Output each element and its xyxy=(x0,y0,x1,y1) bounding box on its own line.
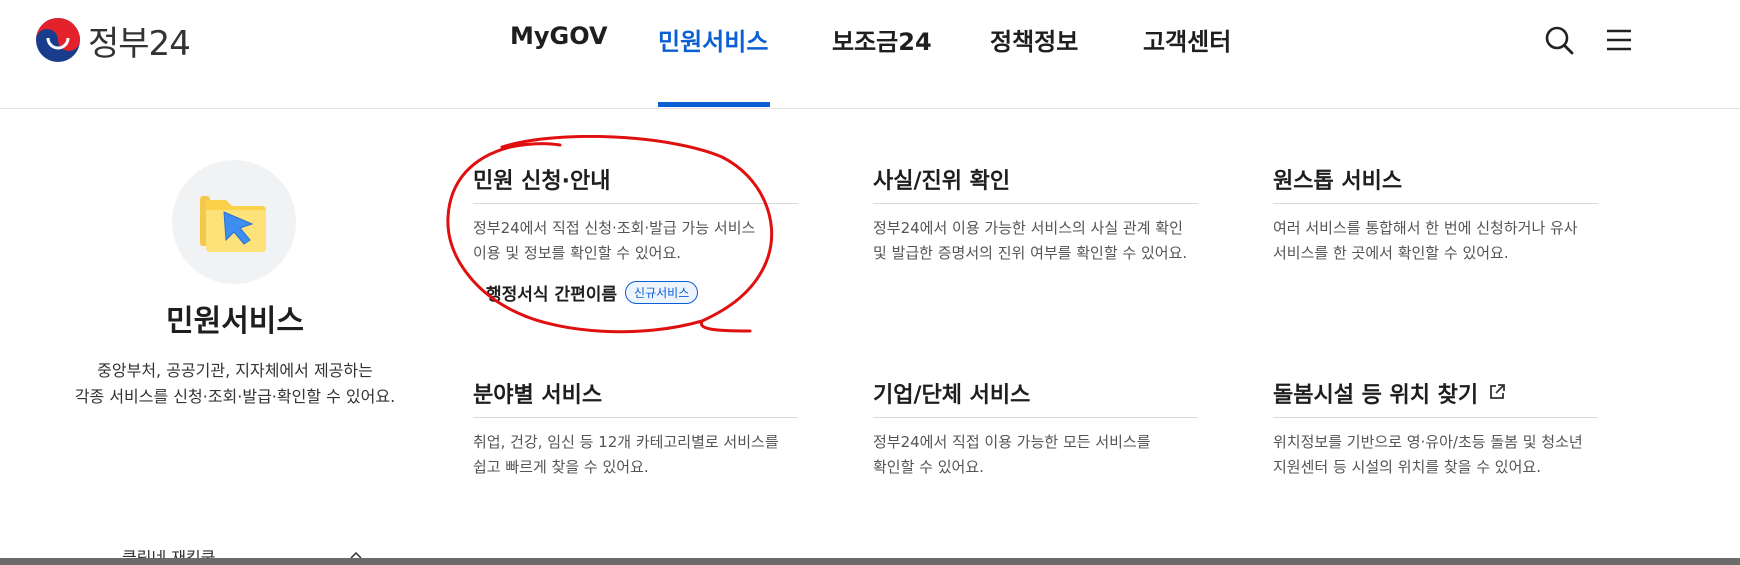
page-dim-overlay-strip xyxy=(0,558,1740,565)
card-description: 취업, 건강, 임신 등 12개 카테고리별로 서비스를 쉽고 빠르게 찾을 수… xyxy=(473,430,798,480)
nav-item-mygov[interactable]: MyGOV xyxy=(510,22,608,50)
nav-item-subsidy24[interactable]: 보조금24 xyxy=(832,22,932,57)
card-description-line: 정부24에서 직접 신청·조회·발급 가능 서비스 xyxy=(473,219,756,237)
card-title-link[interactable]: 사실/진위 확인 xyxy=(873,163,1198,204)
card-description-line: 및 발급한 증명서의 진위 여부를 확인할 수 있어요. xyxy=(873,244,1188,262)
card-description: 정부24에서 이용 가능한 서비스의 사실 관계 확인 및 발급한 증명서의 진… xyxy=(873,216,1198,266)
card-title-link[interactable]: 분야별 서비스 xyxy=(473,377,798,418)
card-description: 여러 서비스를 통합해서 한 번에 신청하거나 유사 서비스를 한 곳에서 확인… xyxy=(1273,216,1598,266)
folder-cursor-icon xyxy=(172,160,296,284)
card-description-line: 확인할 수 있어요. xyxy=(873,458,984,476)
card-description-line: 이용 및 정보를 확인할 수 있어요. xyxy=(473,244,682,262)
card-title-link[interactable]: 기업/단체 서비스 xyxy=(873,377,1198,418)
card-description: 정부24에서 직접 신청·조회·발급 가능 서비스 이용 및 정보를 확인할 수… xyxy=(473,216,798,266)
card-description: 위치정보를 기반으로 영·유아/초등 돌봄 및 청소년 지원센터 등 시설의 위… xyxy=(1273,430,1598,480)
card-category-service: 분야별 서비스 취업, 건강, 임신 등 12개 카테고리별로 서비스를 쉽고 … xyxy=(473,377,798,480)
card-description-line: 취업, 건강, 임신 등 12개 카테고리별로 서비스를 xyxy=(473,433,779,451)
hamburger-menu-icon[interactable] xyxy=(1603,24,1635,56)
card-fact-verification: 사실/진위 확인 정부24에서 이용 가능한 서비스의 사실 관계 확인 및 발… xyxy=(873,163,1198,266)
card-title-link[interactable]: 원스톱 서비스 xyxy=(1273,163,1598,204)
active-nav-indicator xyxy=(658,102,770,107)
section-description-line: 중앙부처, 공공기관, 지자체에서 제공하는 xyxy=(97,361,373,380)
card-title-link[interactable]: 민원 신청·안내 xyxy=(473,163,798,204)
card-description-line: 위치정보를 기반으로 영·유아/초등 돌봄 및 청소년 xyxy=(1273,433,1583,451)
nav-item-civil-service[interactable]: 민원서비스 xyxy=(658,22,768,57)
main-navigation: MyGOV 민원서비스 보조금24 정책정보 고객센터 xyxy=(0,0,1740,108)
nav-item-policy-info[interactable]: 정책정보 xyxy=(990,22,1078,57)
nav-item-customer-center[interactable]: 고객센터 xyxy=(1143,22,1231,57)
card-description-line: 지원센터 등 시설의 위치를 찾을 수 있어요. xyxy=(1273,458,1541,476)
card-description-line: 쉽고 빠르게 찾을 수 있어요. xyxy=(473,458,649,476)
card-civil-application: 민원 신청·안내 정부24에서 직접 신청·조회·발급 가능 서비스 이용 및 … xyxy=(473,163,798,305)
card-description-line: 서비스를 한 곳에서 확인할 수 있어요. xyxy=(1273,244,1509,262)
card-title-link[interactable]: 돌봄시설 등 위치 찾기 xyxy=(1273,377,1598,418)
card-title-text: 돌봄시설 등 위치 찾기 xyxy=(1273,383,1479,408)
new-service-badge: 신규서비스 xyxy=(625,281,699,304)
underlying-page-peek-text: 클릭네 재킹쿡 xyxy=(122,550,215,558)
card-business-service: 기업/단체 서비스 정부24에서 직접 이용 가능한 모든 서비스를 확인할 수… xyxy=(873,377,1198,480)
sub-link-label: 행정서식 간편이름 xyxy=(486,285,618,305)
external-link-icon xyxy=(1490,384,1506,399)
section-description-line: 각종 서비스를 신청·조회·발급·확인할 수 있어요. xyxy=(74,387,396,406)
card-description-line: 정부24에서 직접 이용 가능한 모든 서비스를 xyxy=(873,433,1151,451)
section-description: 중앙부처, 공공기관, 지자체에서 제공하는 각종 서비스를 신청·조회·발급·… xyxy=(0,358,470,410)
form-easy-name-link[interactable]: 행정서식 간편이름 신규서비스 xyxy=(473,280,798,305)
card-description-line: 여러 서비스를 통합해서 한 번에 신청하거나 유사 xyxy=(1273,219,1578,237)
card-description-line: 정부24에서 이용 가능한 서비스의 사실 관계 확인 xyxy=(873,219,1183,237)
site-header: 정부24 MyGOV 민원서비스 보조금24 정책정보 고객센터 xyxy=(0,0,1740,109)
section-title: 민원서비스 xyxy=(166,304,304,339)
card-onestop-service: 원스톱 서비스 여러 서비스를 통합해서 한 번에 신청하거나 유사 서비스를 … xyxy=(1273,163,1598,266)
card-care-facility-finder: 돌봄시설 등 위치 찾기 위치정보를 기반으로 영·유아/초등 돌봄 및 청소년… xyxy=(1273,377,1598,480)
card-description: 정부24에서 직접 이용 가능한 모든 서비스를 확인할 수 있어요. xyxy=(873,430,1198,480)
search-icon[interactable] xyxy=(1543,24,1575,56)
